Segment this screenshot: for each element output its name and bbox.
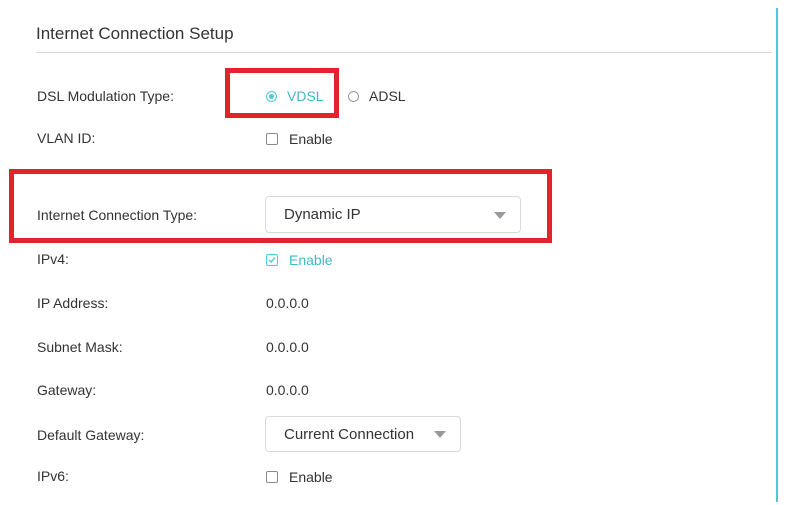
vlan-enable-option[interactable]: Enable (266, 130, 333, 148)
ipv4-enable-checkbox[interactable] (266, 254, 278, 266)
gateway-value: 0.0.0.0 (266, 382, 309, 398)
adsl-radio-option[interactable]: ADSL (348, 87, 406, 105)
default-gateway-value: Current Connection (284, 425, 415, 443)
chevron-down-icon (434, 431, 446, 438)
connection-type-label: Internet Connection Type: (37, 207, 198, 223)
ipv4-label: IPv4: (37, 251, 69, 267)
adsl-radio-label: ADSL (369, 88, 406, 104)
adsl-radio-icon[interactable] (348, 90, 359, 102)
ipv6-enable-option[interactable]: Enable (266, 468, 333, 486)
right-accent-bar (776, 8, 778, 502)
subnet-mask-label: Subnet Mask: (37, 339, 123, 355)
vlan-id-label: VLAN ID: (37, 130, 96, 146)
checkmark-icon (268, 257, 276, 264)
vdsl-highlight-box (225, 68, 339, 118)
subnet-mask-value: 0.0.0.0 (266, 339, 309, 355)
title-divider (36, 52, 772, 53)
connection-type-value: Dynamic IP (284, 206, 361, 223)
ipv6-enable-label: Enable (289, 469, 333, 485)
chevron-down-icon (494, 211, 506, 219)
vlan-enable-label: Enable (289, 131, 333, 147)
ipv6-enable-checkbox[interactable] (266, 471, 278, 483)
ipv4-enable-label: Enable (289, 252, 333, 268)
section-title: Internet Connection Setup (36, 24, 234, 43)
ipv4-enable-option[interactable]: Enable (266, 251, 333, 269)
vlan-enable-checkbox[interactable] (266, 133, 278, 145)
ip-address-label: IP Address: (37, 295, 109, 311)
ip-address-value: 0.0.0.0 (266, 295, 309, 311)
gateway-label: Gateway: (37, 382, 97, 398)
dsl-modulation-label: DSL Modulation Type: (37, 88, 174, 104)
default-gateway-label: Default Gateway: (37, 427, 145, 443)
connection-type-select[interactable]: Dynamic IP (265, 196, 521, 233)
default-gateway-select[interactable]: Current Connection (265, 416, 461, 452)
ipv6-label: IPv6: (37, 468, 69, 484)
